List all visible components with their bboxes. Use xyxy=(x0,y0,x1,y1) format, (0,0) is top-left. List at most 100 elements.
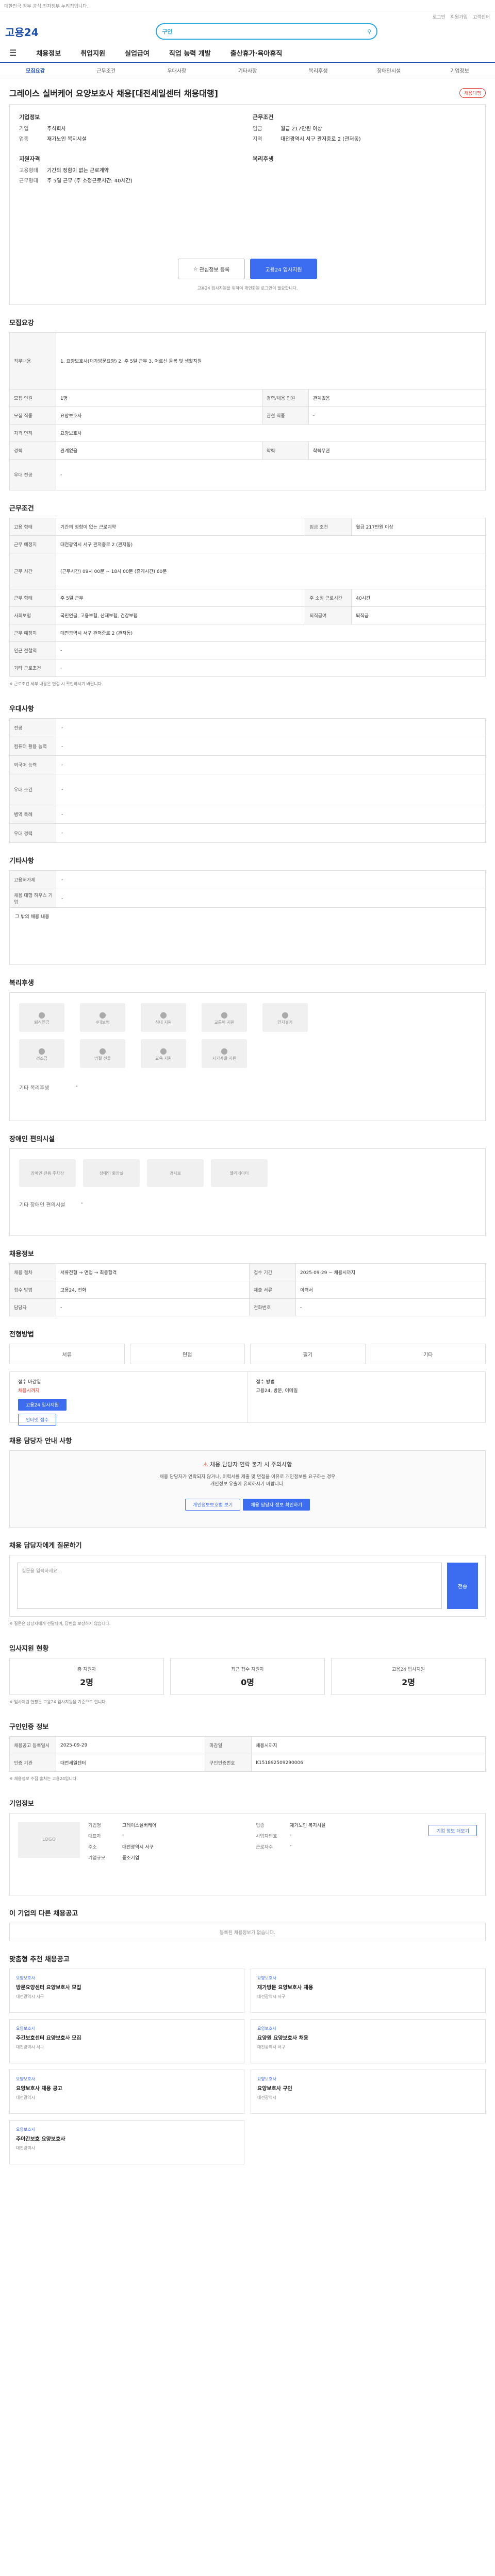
apply-online-button[interactable]: 고용24 입사지원 xyxy=(18,1399,67,1411)
td: - xyxy=(56,659,486,677)
summary-welfare-heading: 복리후생 xyxy=(253,156,274,162)
td: 2025-09-29 ~ 채용시까지 xyxy=(295,1263,486,1281)
td: 퇴직금 xyxy=(351,606,486,624)
nav-item[interactable]: 채용정보 xyxy=(36,48,61,58)
method-tab[interactable]: 면접 xyxy=(129,1344,245,1364)
menu-icon[interactable]: ☰ xyxy=(9,48,16,58)
other-empty: 등록된 채용정보가 없습니다. xyxy=(9,1923,486,1941)
td: K151892509290006 xyxy=(251,1754,486,1772)
welfare-label: 퇴직연금 xyxy=(34,1020,50,1025)
stat-value: 2명 xyxy=(402,1677,415,1687)
row-value: - xyxy=(61,831,63,836)
site-logo[interactable]: 고용24 xyxy=(5,24,39,39)
th: 채용 절차 xyxy=(9,1263,56,1281)
search-icon[interactable]: ⚲ xyxy=(367,28,371,35)
rec-meta: 대전광역시 xyxy=(16,2146,35,2150)
welfare-label: 경조금 xyxy=(36,1056,48,1061)
welfare-label: 교통비 지원 xyxy=(214,1020,235,1025)
row-key: 우대 조건 xyxy=(10,774,56,805)
tab-welfare[interactable]: 복리후생 xyxy=(283,66,354,74)
rec-card[interactable]: 요양보호사 주간보호센터 요양보호사 모집 대전광역시 서구 xyxy=(9,2019,244,2063)
inquiry-heading: 채용 담당자에게 질문하기 xyxy=(9,1542,82,1550)
apply-button[interactable]: 고용24 입사지원 xyxy=(250,259,317,279)
th: 우대 전공 xyxy=(9,459,56,490)
jobinfo-heading: 채용정보 xyxy=(9,1250,34,1258)
welfare-item: ● 교육 지원 xyxy=(141,1039,186,1068)
login-link[interactable]: 로그인 xyxy=(433,13,446,20)
help-link[interactable]: 고객센터 xyxy=(473,13,490,20)
th: 구인인증번호 xyxy=(205,1754,252,1772)
nav-item[interactable]: 취업지원 xyxy=(80,48,105,58)
nav-item[interactable]: 출산휴가·육아휴직 xyxy=(230,48,283,58)
tab-company[interactable]: 기업정보 xyxy=(424,66,495,74)
welfare-label: 4대보험 xyxy=(95,1020,110,1025)
td: 대전광역시 서구 관저중로 2 (관저동) xyxy=(56,624,486,642)
rec-card[interactable]: 요양보호사 방문요양센터 요양보호사 모집 대전광역시 서구 xyxy=(9,1969,244,2013)
company-more-button[interactable]: 기업 정보 더보기 xyxy=(428,1825,477,1836)
recs-grid: 요양보호사 방문요양센터 요양보호사 모집 대전광역시 서구 요양보호사 재가방문 요… xyxy=(9,1969,486,2164)
td: 기간의 정함이 없는 근로계약 xyxy=(55,518,306,536)
td: 서류전형 → 면접 → 최종합격 xyxy=(56,1263,250,1281)
warn-title: 채용 담당자 연락 불가 시 주의사항 xyxy=(210,1461,292,1468)
th: 전화번호 xyxy=(249,1298,296,1316)
etc-box: 고용허가제 - 채용 대행 하우스 기업 - 그 밖의 채용 내용 xyxy=(9,870,486,965)
manager-info-button[interactable]: 채용 담당자 정보 확인하기 xyxy=(243,1498,310,1511)
welfare-icon: ● xyxy=(221,1010,228,1020)
th: 접수 기간 xyxy=(249,1263,296,1281)
rec-title: 재가방문 요양보호사 채용 xyxy=(257,1985,314,1991)
send-button[interactable]: 전송 xyxy=(447,1563,478,1609)
nav-item[interactable]: 실업급여 xyxy=(125,48,150,58)
th: 고용 형태 xyxy=(9,518,56,536)
search-bar[interactable]: 구인 ⚲ xyxy=(156,23,378,40)
rec-card[interactable]: 요양보호사 요양원 요양보호사 채용 대전광역시 서구 xyxy=(251,2019,486,2063)
nav-item[interactable]: 직업 능력 개발 xyxy=(169,48,211,58)
scrap-button[interactable]: ☆ 관심정보 등록 xyxy=(178,259,245,279)
star-icon: ☆ xyxy=(193,266,200,272)
rec-title: 요양보호사 구인 xyxy=(257,2086,292,2092)
tab-etc[interactable]: 기타사항 xyxy=(212,66,283,74)
tab-work[interactable]: 근무조건 xyxy=(71,66,141,74)
welfare-icon: ● xyxy=(221,1046,228,1056)
kv-value: - xyxy=(290,1833,292,1838)
row-value: - xyxy=(61,811,63,817)
row-key: 외국어 능력 xyxy=(10,756,56,774)
kv-value: 주식회사 xyxy=(47,126,66,132)
stat-card: 총 지원자 2명 xyxy=(9,1658,164,1695)
method-tab[interactable]: 기타 xyxy=(370,1344,486,1364)
company-box: LOGO 기업명 그레이스실버케어 업종 재가노인 복지시설 대표자 - 사업자번호 - 주… xyxy=(9,1813,486,1895)
inquiry-input[interactable]: 질문을 입력하세요. xyxy=(17,1563,442,1609)
rec-card[interactable]: 요양보호사 요양보호사 구인 대전광역시 xyxy=(251,2070,486,2114)
tab-pref[interactable]: 우대사항 xyxy=(141,66,212,74)
welfare-icon: ● xyxy=(160,1046,167,1056)
row-value: - xyxy=(61,877,63,883)
td: 고용24, 전화 xyxy=(56,1281,250,1299)
apply-note: 고용24 입사지원을 위하여 개인회원 로그인이 필요합니다. xyxy=(197,286,298,291)
kv-value: 대전광역시 서구 관저중로 2 (관저동) xyxy=(280,137,361,142)
apply-method-tabs: 서류 면접 필기 기타 xyxy=(9,1344,486,1364)
method-value: 고용24, 방문, 이메일 xyxy=(256,1388,298,1394)
rec-meta: 대전광역시 서구 xyxy=(257,1994,286,1999)
rec-card[interactable]: 요양보호사 요양보호사 채용 공고 대전광역시 xyxy=(9,2070,244,2114)
kv-key: 기타 장애인 편의시설 xyxy=(19,1202,65,1208)
td: 월급 217만원 이상 xyxy=(351,518,486,536)
apply-internet-button[interactable]: 인터넷 접수 xyxy=(18,1414,57,1426)
welfare-icon: ● xyxy=(38,1010,45,1020)
site-header: 고용24 구인 ⚲ xyxy=(0,20,495,43)
signup-link[interactable]: 회원가입 xyxy=(451,13,468,20)
th: 퇴직급여 xyxy=(305,606,352,624)
privacy-law-button[interactable]: 개인정보보호법 보기 xyxy=(185,1498,241,1511)
pref-heading: 우대사항 xyxy=(9,705,34,713)
td: 관계없음 xyxy=(308,389,486,407)
tab-recruit[interactable]: 모집요강 xyxy=(0,66,71,74)
rec-title: 주야간보호 요양보호사 xyxy=(16,2137,65,2142)
rec-card[interactable]: 요양보호사 주야간보호 요양보호사 대전광역시 xyxy=(9,2120,244,2164)
method-tab[interactable]: 서류 xyxy=(9,1344,125,1364)
method-tab[interactable]: 필기 xyxy=(250,1344,366,1364)
kv-value: 그레이스실버케어 xyxy=(122,1823,157,1828)
rec-card[interactable]: 요양보호사 재가방문 요양보호사 채용 대전광역시 서구 xyxy=(251,1969,486,2013)
welfare-label: 명절 선물 xyxy=(94,1056,111,1061)
other-heading: 이 기업의 다른 채용공고 xyxy=(9,1910,78,1918)
tab-disability[interactable]: 장애인시설 xyxy=(354,66,424,74)
td: - xyxy=(56,1298,250,1316)
apply-heading: 전형방법 xyxy=(9,1331,34,1338)
